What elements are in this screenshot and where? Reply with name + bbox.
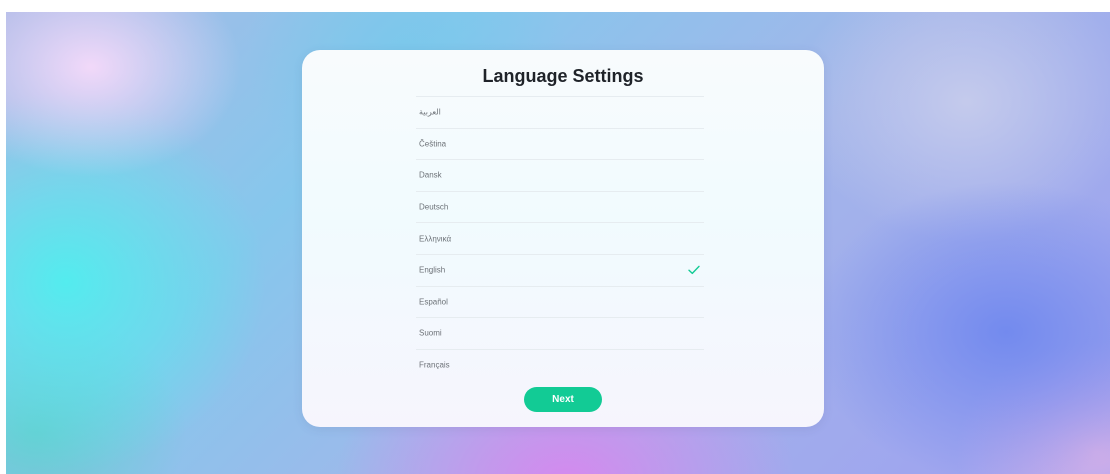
language-item-danish[interactable]: Dansk (416, 159, 704, 191)
language-label: Ελληνικά (419, 234, 452, 244)
language-item-english[interactable]: English (416, 253, 704, 286)
language-item-finnish[interactable]: Suomi (416, 317, 704, 349)
language-item-czech[interactable]: Čeština (416, 127, 704, 160)
language-label: Suomi (419, 328, 442, 338)
language-label: Deutsch (419, 202, 449, 212)
language-item-arabic[interactable]: العربية (416, 96, 704, 128)
language-label: Dansk (419, 170, 442, 180)
language-item-german[interactable]: Deutsch (416, 190, 704, 223)
language-label: Français (419, 360, 450, 370)
language-item-spanish[interactable]: Español (416, 285, 704, 318)
language-list: العربية Čeština Dansk Deutsch Ελληνικά E… (416, 96, 704, 380)
language-item-french[interactable]: Français (416, 348, 704, 381)
language-label: Español (419, 297, 448, 307)
next-button[interactable]: Next (524, 387, 602, 412)
language-item-greek[interactable]: Ελληνικά (416, 222, 704, 254)
language-label: Čeština (419, 139, 447, 149)
language-label: العربية (419, 107, 441, 117)
background-screen: Language Settings العربية Čeština Dansk … (6, 12, 1110, 474)
dialog-title: Language Settings (482, 66, 644, 86)
check-icon (688, 265, 700, 275)
language-settings-dialog: Language Settings العربية Čeština Dansk … (302, 50, 824, 427)
language-label: English (419, 265, 446, 275)
